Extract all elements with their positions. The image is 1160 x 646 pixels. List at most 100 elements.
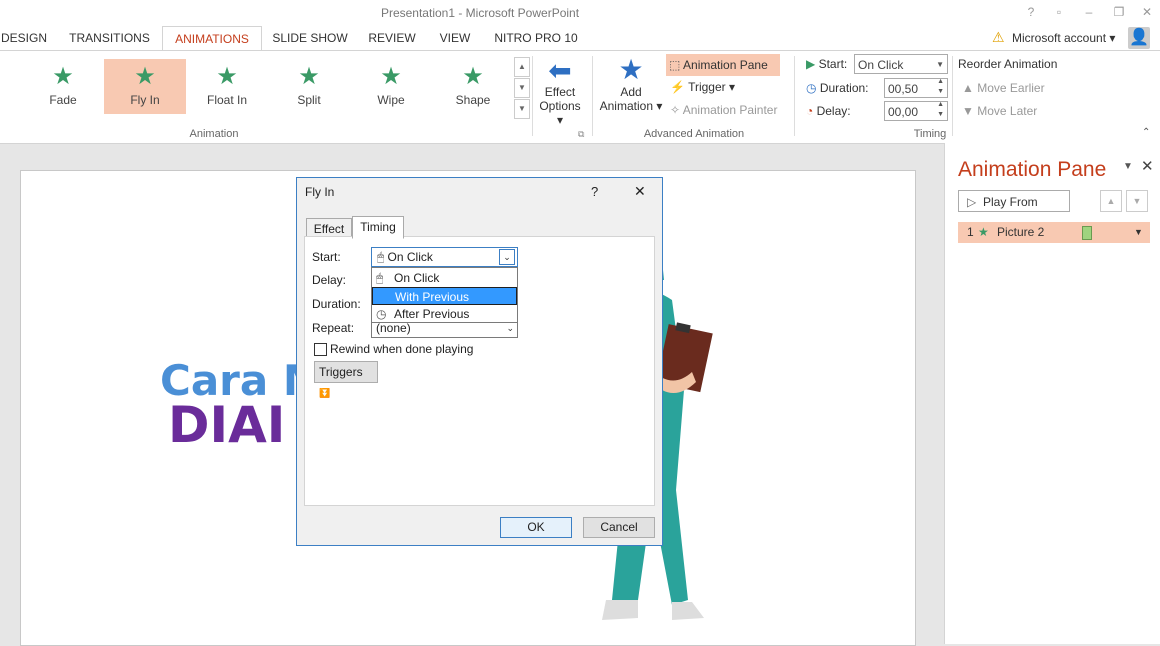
animation-float-in[interactable]: ★ Float In: [186, 59, 268, 114]
move-later-button[interactable]: ▼ Move Later: [962, 104, 1037, 118]
start-combo-value: On Click: [387, 250, 433, 264]
trigger-button[interactable]: ⚡ Trigger ▾: [670, 80, 735, 94]
delay-spinner[interactable]: 00,00 ▲ ▼: [884, 101, 948, 121]
float-in-star-icon: ★: [216, 63, 238, 90]
effect-options-button[interactable]: ⬅ Effect Options ▾: [536, 55, 584, 128]
item-star-icon: ★: [978, 225, 989, 239]
start-select[interactable]: On Click ▼: [854, 54, 948, 74]
move-up-icon[interactable]: ▲: [1100, 190, 1122, 212]
move-later-label: Move Later: [977, 104, 1038, 118]
delay-icon: ◔: [806, 104, 814, 118]
add-animation-line1: Add: [620, 85, 642, 99]
animation-fly-in[interactable]: ★ Fly In: [104, 59, 186, 114]
play-from-button[interactable]: ▷ Play From: [958, 190, 1070, 212]
option-with-previous[interactable]: With Previous: [372, 287, 517, 305]
tab-animations[interactable]: ANIMATIONS: [162, 26, 262, 52]
effect-options-line1: Effect: [544, 85, 576, 99]
animation-fade[interactable]: ★ Fade: [22, 59, 104, 114]
cancel-button[interactable]: Cancel: [583, 517, 655, 538]
tab-slide-show[interactable]: SLIDE SHOW: [268, 26, 352, 50]
divider: [794, 56, 795, 136]
tab-transitions[interactable]: TRANSITIONS: [62, 26, 157, 50]
play-icon: ▷: [967, 195, 977, 209]
group-label-timing: Timing: [913, 128, 947, 140]
start-label: Start:: [818, 57, 848, 71]
gallery-scroll-up[interactable]: ▲: [514, 57, 530, 77]
help-button[interactable]: ?: [1022, 4, 1040, 20]
rewind-label: Rewind when done playing: [330, 342, 474, 356]
animation-wipe[interactable]: ★ Wipe: [350, 59, 432, 114]
divider: [532, 56, 533, 136]
window-title: Presentation1 - Microsoft PowerPoint: [380, 6, 580, 20]
gallery-label: Wipe: [377, 93, 405, 107]
duration-spinner[interactable]: 00,50 ▲ ▼: [884, 78, 948, 98]
spinner-arrows-icon[interactable]: ▲ ▼: [937, 77, 944, 97]
gallery-scroll-down[interactable]: ▼: [514, 78, 530, 98]
item-dropdown-icon[interactable]: ▼: [1134, 222, 1143, 243]
tab-timing[interactable]: Timing: [352, 216, 404, 239]
dialog-title: Fly In: [305, 185, 335, 199]
animation-split[interactable]: ★ Split: [268, 59, 350, 114]
mouse-icon: 🖱: [377, 250, 385, 264]
fly-in-dialog: Fly In ? ✕ Effect Timing Start: 🖱 On Cli…: [296, 177, 663, 546]
lightning-icon: ⚡: [670, 80, 685, 94]
pane-options-icon[interactable]: ▼: [1123, 161, 1133, 172]
tab-design[interactable]: DESIGN: [0, 26, 48, 50]
start-field-label: ▶ Start:: [806, 57, 848, 71]
add-animation-button[interactable]: ★ Add Animation ▾: [598, 55, 664, 114]
animation-shape[interactable]: ★ Shape: [432, 59, 514, 114]
dialog-launcher-icon[interactable]: ⧉: [578, 129, 584, 140]
ok-button[interactable]: OK: [500, 517, 572, 538]
ribbon-tabs: DESIGN TRANSITIONS ANIMATIONS SLIDE SHOW…: [0, 26, 1160, 52]
rewind-checkbox[interactable]: [314, 343, 327, 356]
timeline-bar: [1082, 226, 1092, 240]
collapse-ribbon-icon[interactable]: ⌃: [1142, 127, 1150, 138]
ribbon-display-icon[interactable]: ▫: [1050, 4, 1068, 20]
gallery-more[interactable]: ▼: [514, 99, 530, 119]
gallery-label: Split: [297, 93, 321, 107]
mouse-icon: 🖱: [376, 271, 384, 285]
move-earlier-button[interactable]: ▲ Move Earlier: [962, 81, 1045, 95]
gallery-label: Fly In: [130, 93, 160, 107]
clock-icon: ◷: [806, 81, 817, 95]
triggers-button[interactable]: Triggers ⏬: [314, 361, 378, 398]
tab-view[interactable]: VIEW: [432, 26, 478, 50]
start-combo[interactable]: 🖱 On Click ⌄: [371, 247, 518, 267]
dialog-help-button[interactable]: ?: [591, 184, 598, 199]
avatar[interactable]: 👤: [1128, 27, 1150, 49]
animation-painter-button[interactable]: ✧ Animation Painter: [670, 103, 777, 117]
pane-close-icon[interactable]: ✕: [1141, 157, 1154, 175]
animation-pane-button[interactable]: ⬚ Animation Pane: [666, 54, 780, 76]
arrow-left-icon: ⬅: [548, 55, 572, 86]
tab-review[interactable]: REVIEW: [362, 26, 422, 50]
tab-effect[interactable]: Effect: [306, 218, 352, 238]
chevron-down-icon[interactable]: ⌄: [499, 249, 515, 265]
tab-nitro-pro[interactable]: NITRO PRO 10: [488, 26, 584, 50]
option-after-previous[interactable]: ◷ After Previous: [372, 305, 517, 323]
animation-painter-label: Animation Painter: [682, 103, 778, 117]
item-name: Picture 2: [997, 225, 1045, 239]
move-down-icon[interactable]: ▼: [1126, 190, 1148, 212]
chevron-down-icon: ▼: [936, 60, 944, 69]
move-earlier-label: Move Earlier: [977, 81, 1045, 95]
repeat-label: Repeat:: [312, 321, 355, 335]
painter-icon: ✧: [670, 103, 681, 117]
spinner-arrows-icon[interactable]: ▲ ▼: [937, 100, 944, 120]
close-icon[interactable]: ✕: [1138, 4, 1156, 20]
account-button[interactable]: Microsoft account ▾: [1012, 28, 1115, 48]
account-label: Microsoft account: [1012, 31, 1107, 45]
ribbon: ★ Fade ★ Fly In ★ Float In ★ Split ★ Wipe ★ Sh…: [0, 50, 1160, 144]
option-on-click[interactable]: 🖱 On Click: [372, 269, 517, 287]
option-label: After Previous: [394, 307, 470, 321]
delay-label: Delay:: [816, 104, 851, 118]
restore-icon[interactable]: ❐: [1110, 4, 1128, 20]
timing-tab-page: Start: 🖱 On Click ⌄ Delay: Duration: Rep…: [304, 236, 655, 506]
effect-options-line2: Options: [539, 99, 581, 113]
dialog-close-icon[interactable]: ✕: [634, 183, 646, 200]
play-from-label: Play From: [983, 195, 1038, 209]
minimize-icon[interactable]: –: [1080, 4, 1098, 20]
delay-value: 00,00: [888, 105, 919, 119]
duration-value: 00,50: [888, 82, 919, 96]
animation-pane-icon: ⬚: [669, 58, 681, 72]
animation-list-item[interactable]: 1 ★ Picture 2 ▼: [958, 222, 1150, 243]
